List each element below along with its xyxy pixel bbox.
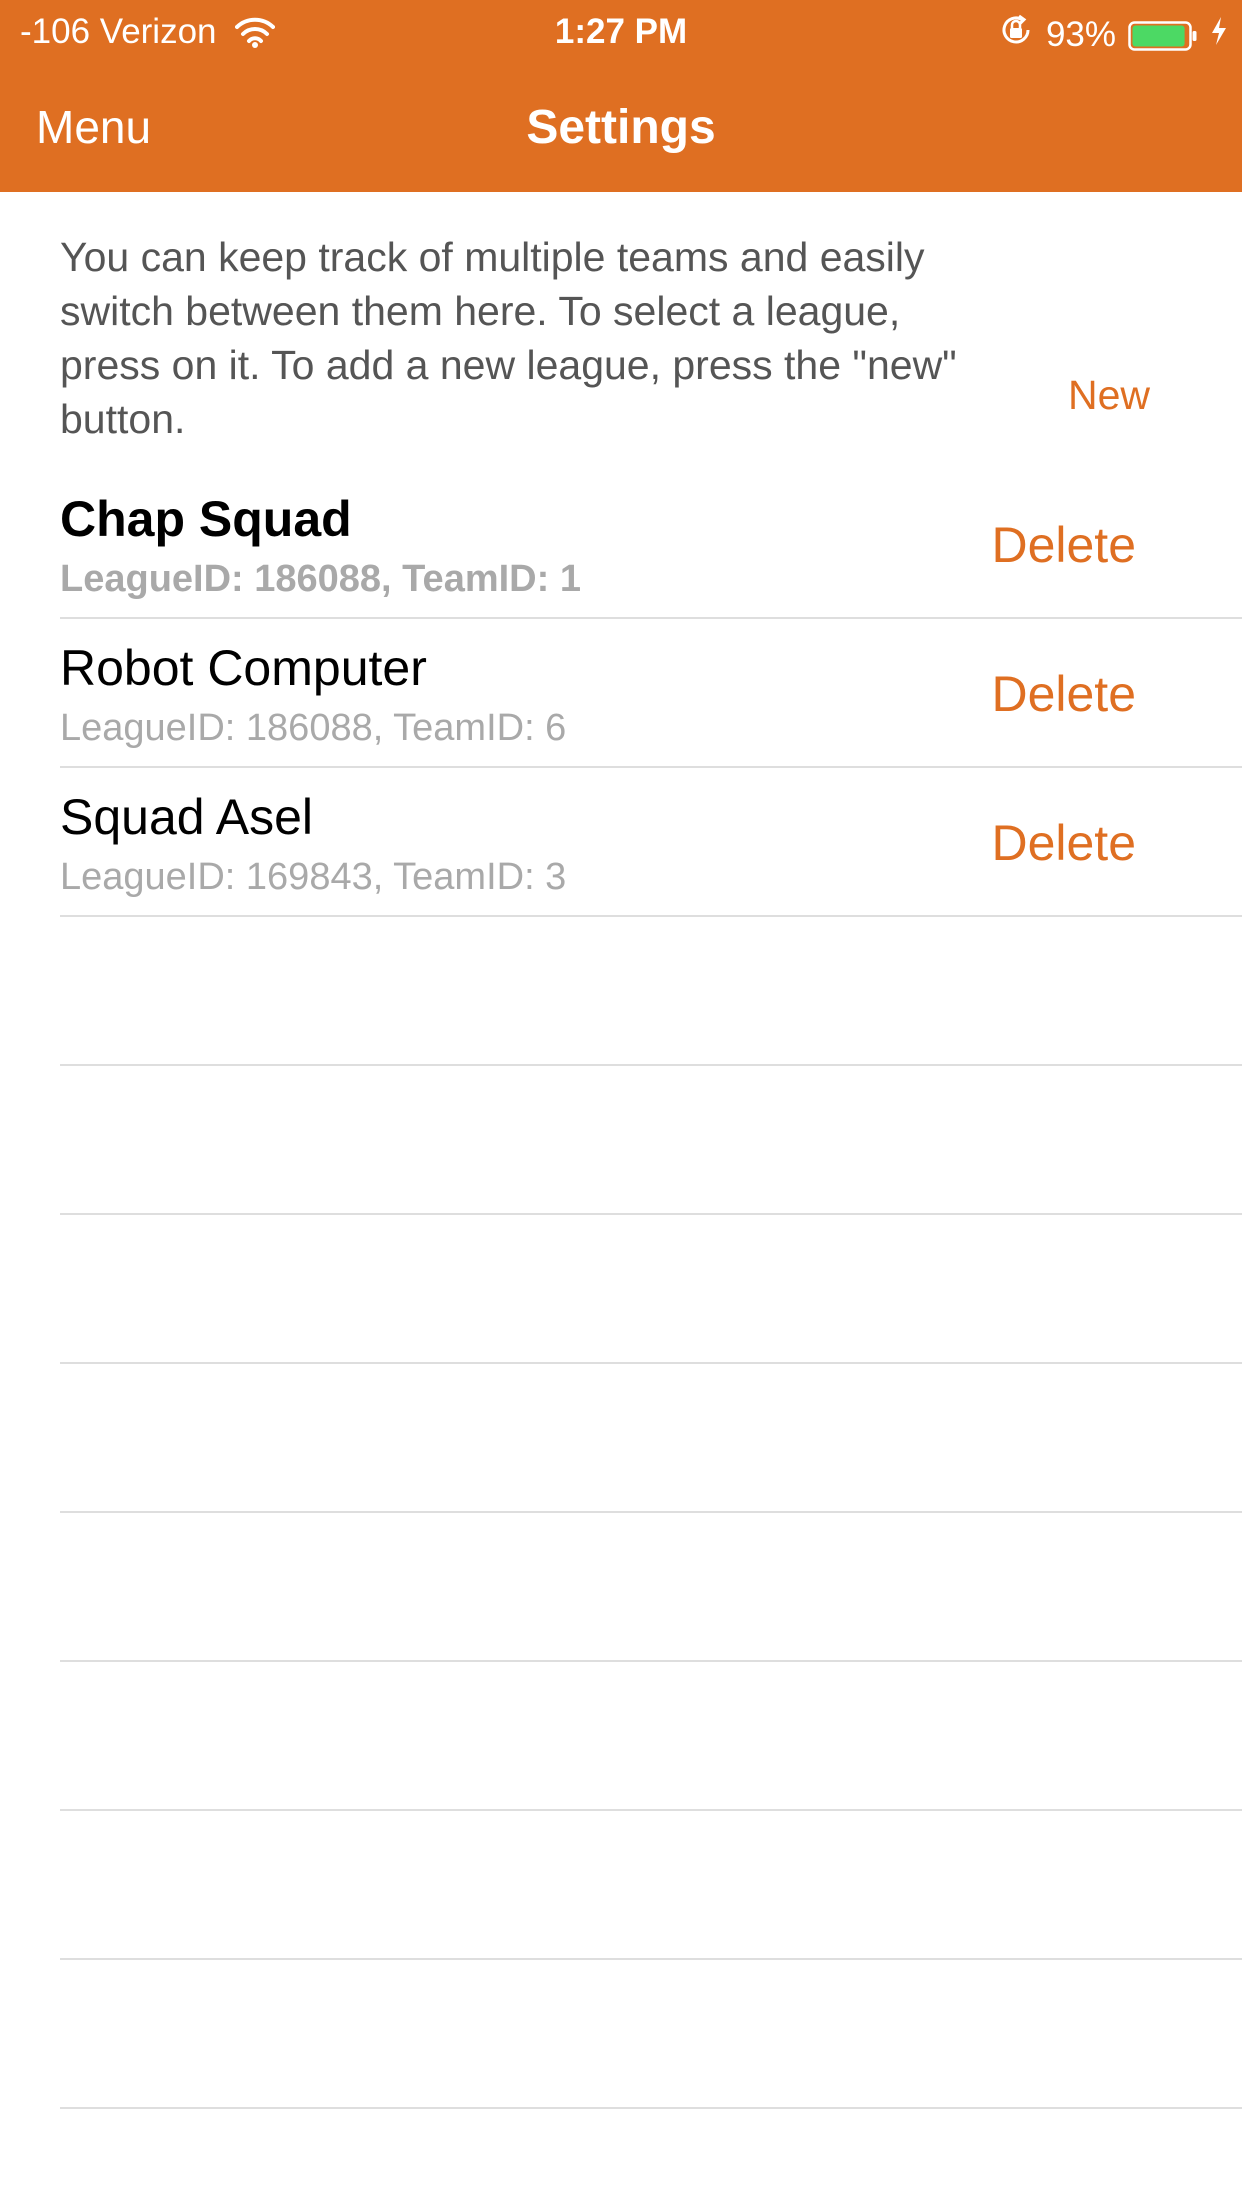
empty-row [60,1811,1242,1960]
navigation-bar: Menu Settings [0,62,1242,192]
empty-row [60,1513,1242,1662]
team-list: Chap Squad LeagueID: 186088, TeamID: 1 D… [60,470,1242,2109]
team-details: LeagueID: 186088, TeamID: 1 [60,558,581,600]
delete-button[interactable]: Delete [991,665,1136,723]
app-header: -106 Verizon 1:27 PM 93% Menu Settings [0,0,1242,192]
empty-row [60,1960,1242,2109]
battery-percent: 93% [1045,14,1116,54]
empty-row [60,1364,1242,1513]
delete-button[interactable]: Delete [991,516,1136,574]
delete-button[interactable]: Delete [991,814,1136,872]
empty-row [60,1215,1242,1364]
charging-bolt-icon [1210,15,1228,55]
status-bar: -106 Verizon 1:27 PM 93% [0,0,1242,62]
team-name: Squad Asel [60,789,313,845]
team-name: Robot Computer [60,640,427,696]
intro-text: You can keep track of multiple teams and… [60,234,957,442]
battery-icon [1128,20,1198,51]
team-details: LeagueID: 169843, TeamID: 3 [60,856,567,898]
team-row[interactable]: Squad Asel LeagueID: 169843, TeamID: 3 D… [60,768,1242,917]
team-row[interactable]: Chap Squad LeagueID: 186088, TeamID: 1 D… [60,470,1242,619]
empty-row [60,1066,1242,1215]
new-league-button[interactable]: New [1068,372,1150,419]
team-details: LeagueID: 186088, TeamID: 6 [60,707,567,749]
page-title: Settings [526,101,716,154]
rotation-lock-icon [998,12,1034,57]
status-right: 93% [998,12,1228,57]
empty-row [60,1662,1242,1811]
team-name: Chap Squad [60,491,352,547]
empty-row [60,917,1242,1066]
team-row[interactable]: Robot Computer LeagueID: 186088, TeamID:… [60,619,1242,768]
